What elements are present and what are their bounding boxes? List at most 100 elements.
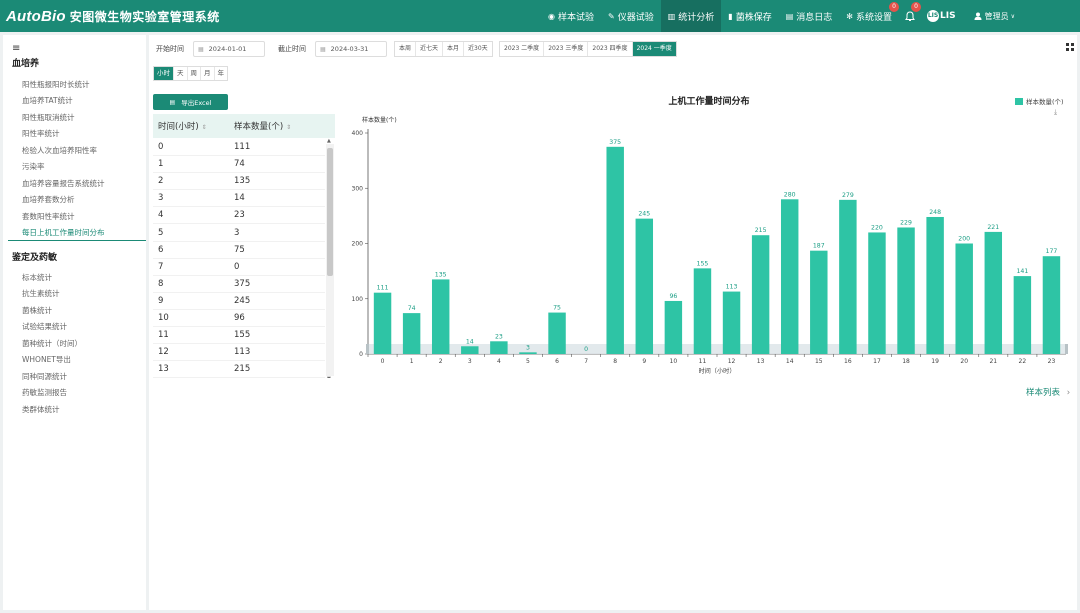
bar[interactable] xyxy=(984,231,1003,354)
sidebar-item-positive-rate[interactable]: 阳性率统计 xyxy=(22,128,60,139)
table-row[interactable]: 4 23 xyxy=(153,207,325,225)
table-row[interactable]: 70 xyxy=(153,259,325,276)
bar[interactable] xyxy=(868,232,886,354)
sidebar-item-daily-workload[interactable]: 每日上机工作量时间分布 xyxy=(22,227,105,238)
chart-legend[interactable]: 样本数量(个) xyxy=(1015,96,1064,106)
user-menu[interactable]: 管理员 ∨ xyxy=(962,11,1019,22)
sidebar-item-whonet[interactable]: WHONET导出 xyxy=(22,354,71,365)
sidebar-item-person-rate[interactable]: 检验人次血培养阳性率 xyxy=(22,145,97,156)
bar[interactable] xyxy=(955,243,973,355)
tab-hour[interactable]: 小时 xyxy=(154,67,174,80)
bar[interactable] xyxy=(373,292,392,354)
sidebar-item-species-time[interactable]: 菌种统计（时间） xyxy=(22,338,82,349)
table-row[interactable]: 13 215 xyxy=(153,361,325,378)
nav-sample-test[interactable]: ◉ 样本试验 xyxy=(541,0,601,32)
table-row[interactable]: 8 375 xyxy=(153,276,325,293)
bar[interactable] xyxy=(461,346,479,354)
nav-strain-storage[interactable]: ▮ 菌株保存 xyxy=(721,0,778,32)
tab-day[interactable]: 天 xyxy=(174,67,188,80)
sidebar-item-specimen[interactable]: 标本统计 xyxy=(22,272,52,283)
bar[interactable] xyxy=(897,227,915,354)
nav-message-log-label: 消息日志 xyxy=(796,12,833,23)
bar[interactable] xyxy=(402,313,421,354)
nav-system-settings[interactable]: ✻ 系统设置 0 xyxy=(839,0,900,32)
quarter-2023-q4[interactable]: 2023 四季度 xyxy=(588,42,633,56)
bar[interactable] xyxy=(722,291,741,354)
bar[interactable] xyxy=(780,199,799,354)
table-row[interactable]: 9 245 xyxy=(153,293,325,310)
sidebar-item-susceptibility[interactable]: 药敏监测报告 xyxy=(22,387,67,398)
sidebar-item-contamination[interactable]: 污染率 xyxy=(22,161,45,172)
bar[interactable] xyxy=(606,146,624,354)
bar[interactable] xyxy=(548,312,566,354)
table-row[interactable]: 0 111 xyxy=(153,139,325,156)
bell-badge: 0 xyxy=(911,2,922,12)
group-identification[interactable]: 鉴定及药敏 xyxy=(12,250,57,263)
tab-year[interactable]: 年 xyxy=(215,67,228,80)
sidebar-item-positive-time[interactable]: 阳性瓶报阳时长统计 xyxy=(22,79,90,90)
datazoom-handle-left[interactable] xyxy=(366,344,369,354)
bar[interactable] xyxy=(490,341,508,354)
bar[interactable] xyxy=(810,250,828,354)
bar[interactable] xyxy=(751,235,770,354)
sidebar-item-cancel[interactable]: 阳性瓶取消统计 xyxy=(22,112,75,123)
scroll-up-icon[interactable]: ▲ xyxy=(327,138,331,144)
menu-toggle-icon[interactable]: ≡ xyxy=(12,43,20,54)
table-row[interactable]: 3 14 xyxy=(153,190,325,208)
bar[interactable] xyxy=(519,352,537,354)
scroll-down-icon[interactable]: ▼ xyxy=(327,376,331,378)
lis-status[interactable]: LIS LIS xyxy=(921,10,962,22)
sidebar-item-set-analysis[interactable]: 血培养套数分析 xyxy=(22,194,75,205)
sidebar-item-antibiotic[interactable]: 抗生素统计 xyxy=(22,288,60,299)
table-row[interactable]: 2 135 xyxy=(153,173,325,191)
bar[interactable] xyxy=(693,268,712,354)
table-row[interactable]: 12 113 xyxy=(153,344,325,362)
grid-layout-icon[interactable] xyxy=(1066,43,1074,51)
sidebar-item-test-result[interactable]: 试验结果统计 xyxy=(22,321,67,332)
table-row[interactable]: 10 96 xyxy=(153,310,325,327)
table-row[interactable]: 1 74 xyxy=(153,156,325,174)
quarter-2023-q3[interactable]: 2023 三季度 xyxy=(544,42,589,56)
cell-time: 3 xyxy=(158,193,164,204)
quick-last-30-days[interactable]: 近30天 xyxy=(464,42,492,56)
sidebar-item-volume-report[interactable]: 血培养容量报告系统统计 xyxy=(22,178,105,189)
sidebar-item-group[interactable]: 类群体统计 xyxy=(22,404,60,415)
bar[interactable] xyxy=(839,199,857,354)
bar[interactable] xyxy=(635,218,654,354)
bar[interactable] xyxy=(1013,276,1032,354)
tab-month[interactable]: 月 xyxy=(201,67,215,80)
quick-last-7-days[interactable]: 近七天 xyxy=(416,42,444,56)
export-excel-button[interactable]: ▤ 导出Excel xyxy=(153,94,228,110)
nav-statistics-label: 统计分析 xyxy=(678,12,715,23)
bar[interactable] xyxy=(664,300,683,354)
bar[interactable] xyxy=(1042,256,1061,354)
nav-instrument-test[interactable]: ✎ 仪器试验 xyxy=(601,0,661,32)
sidebar-item-homology[interactable]: 同种同源统计 xyxy=(22,371,67,382)
table-row[interactable]: 6 75 xyxy=(153,242,325,259)
quarter-2024-q1[interactable]: 2024 一季度 xyxy=(632,42,676,56)
group-blood-culture[interactable]: 血培养 xyxy=(12,56,39,69)
table-scrollbar[interactable]: ▲ ▼ xyxy=(326,138,334,378)
bar[interactable] xyxy=(926,216,944,354)
sample-list-link[interactable]: 样本列表 › xyxy=(1026,386,1070,398)
table-row[interactable]: 53 xyxy=(153,225,325,242)
nav-statistics[interactable]: ▥ 统计分析 xyxy=(660,0,722,32)
col-count-header[interactable]: 样本数量(个) ⇕ xyxy=(234,120,291,132)
sidebar-item-tat[interactable]: 血培养TAT统计 xyxy=(22,95,73,106)
col-time-header[interactable]: 时间(小时) ⇕ xyxy=(158,120,207,132)
notification-bell[interactable]: 0 xyxy=(899,0,922,32)
end-date-input[interactable]: ▦ 2024-03-31 xyxy=(315,41,387,57)
tab-week[interactable]: 周 xyxy=(188,67,201,80)
datazoom-handle-right[interactable] xyxy=(1065,344,1068,354)
bar[interactable] xyxy=(431,279,450,354)
user-icon xyxy=(974,12,982,20)
quick-this-month[interactable]: 本月 xyxy=(443,42,465,56)
quarter-2023-q2[interactable]: 2023 二季度 xyxy=(500,42,545,56)
scrollbar-thumb[interactable] xyxy=(327,148,333,276)
start-date-input[interactable]: ▦ 2024-01-01 xyxy=(193,41,265,57)
table-row[interactable]: 11 155 xyxy=(153,327,325,345)
sidebar-item-set-positive[interactable]: 套数阳性率统计 xyxy=(22,211,75,222)
sidebar-item-strain[interactable]: 菌株统计 xyxy=(22,305,52,316)
nav-message-log[interactable]: ▤ 消息日志 xyxy=(779,0,840,32)
quick-this-week[interactable]: 本周 xyxy=(395,42,417,56)
